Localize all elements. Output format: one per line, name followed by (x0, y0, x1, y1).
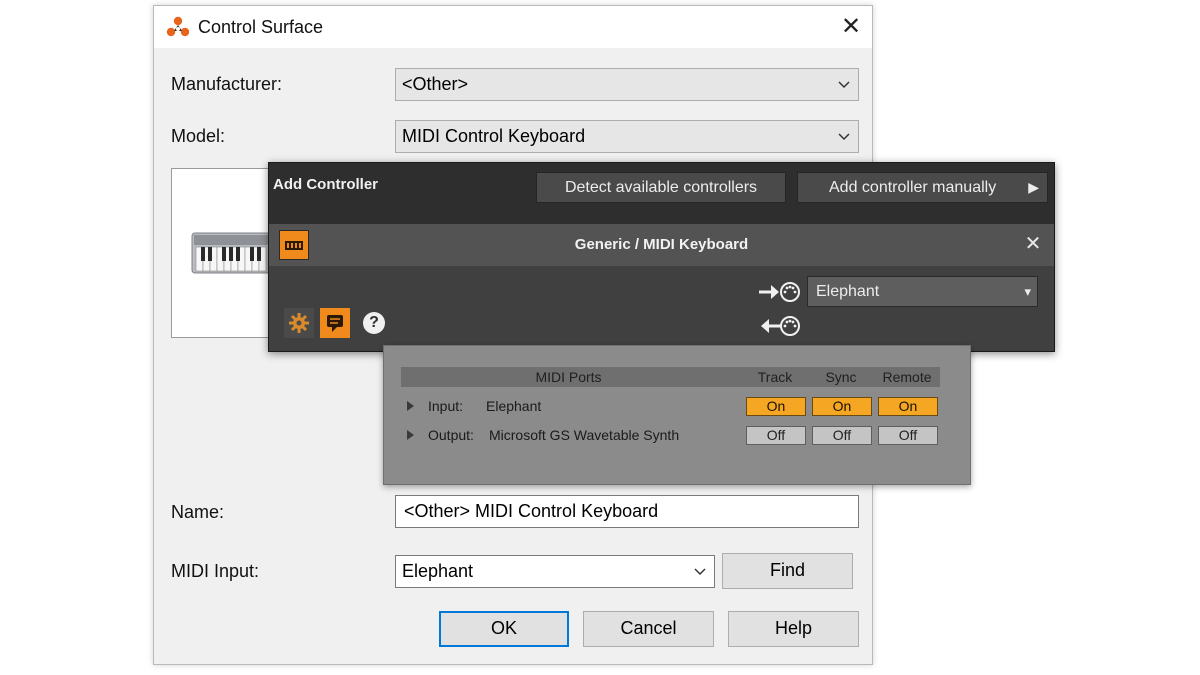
header-remote: Remote (882, 369, 932, 385)
input-track-toggle[interactable]: On (746, 397, 806, 416)
chevron-down-icon (838, 133, 850, 141)
output-direction-label: Output: (428, 427, 474, 443)
manufacturer-value: <Other> (402, 74, 469, 94)
keyboard-image (191, 232, 270, 274)
input-direction-label: Input: (428, 398, 464, 414)
title-bar: Control Surface ✕ (154, 6, 872, 48)
manufacturer-select[interactable]: <Other> (395, 68, 859, 101)
help-icon[interactable]: ? (363, 312, 385, 334)
midi-ports-panel: MIDI Ports Track Sync Remote Input: Elep… (383, 345, 971, 485)
add-controller-manually-button[interactable]: Add controller manually ▶ (797, 172, 1048, 203)
controller-image-frame (171, 168, 271, 338)
input-sync-toggle[interactable]: On (812, 397, 872, 416)
manufacturer-label: Manufacturer: (171, 74, 283, 94)
midi-input-port-select[interactable]: Elephant ▾ (807, 276, 1038, 307)
controller-name: Generic / MIDI Keyboard (574, 236, 749, 253)
settings-button[interactable] (284, 308, 314, 338)
midi-input-value: Elephant (402, 561, 474, 581)
model-label: Model: (171, 126, 226, 146)
chevron-down-icon (694, 568, 706, 576)
midi-in-icon (759, 282, 800, 302)
cancel-button[interactable]: Cancel (583, 611, 714, 647)
play-arrow-icon: ▶ (1028, 179, 1039, 195)
ok-button[interactable]: OK (439, 611, 569, 647)
gear-icon (289, 313, 309, 333)
detect-controllers-button[interactable]: Detect available controllers (536, 172, 786, 203)
midi-input-label: MIDI Input: (171, 561, 260, 581)
model-select[interactable]: MIDI Control Keyboard (395, 120, 859, 153)
input-remote-toggle[interactable]: On (878, 397, 938, 416)
dropdown-arrow-icon: ▾ (1024, 284, 1031, 299)
help-button[interactable]: Help (728, 611, 859, 647)
controller-settings: Elephant ▾ ? (269, 266, 1054, 351)
close-icon[interactable]: ✕ (1019, 230, 1047, 258)
input-device-name: Elephant (486, 398, 542, 414)
header-midi-ports: MIDI Ports (535, 369, 602, 385)
close-icon[interactable]: ✕ (834, 10, 868, 44)
reason-logo-icon (166, 16, 190, 37)
chat-icon (327, 315, 343, 332)
output-track-toggle[interactable]: Off (746, 426, 806, 445)
dialog-title: Control Surface (198, 17, 324, 37)
find-button[interactable]: Find (722, 553, 853, 589)
model-value: MIDI Control Keyboard (402, 126, 586, 146)
name-field[interactable]: <Other> MIDI Control Keyboard (395, 495, 859, 528)
header-sync: Sync (825, 369, 857, 385)
chevron-down-icon (838, 81, 850, 89)
header-track: Track (757, 369, 793, 385)
add-controller-panel: Add Controller Detect available controll… (268, 162, 1055, 352)
controller-header: Generic / MIDI Keyboard ✕ (269, 224, 1054, 266)
expand-triangle-icon[interactable] (407, 401, 414, 411)
midi-ports-header: MIDI Ports Track Sync Remote (401, 367, 940, 387)
name-label: Name: (171, 502, 225, 522)
output-remote-toggle[interactable]: Off (878, 426, 938, 445)
port-value: Elephant (816, 283, 880, 300)
midi-input-select[interactable]: Elephant (395, 555, 715, 588)
add-controller-title: Add Controller (273, 176, 378, 193)
midi-out-icon (761, 316, 800, 336)
comment-button[interactable] (320, 308, 350, 338)
add-manually-label: Add controller manually (829, 179, 997, 196)
output-sync-toggle[interactable]: Off (812, 426, 872, 445)
expand-triangle-icon[interactable] (407, 430, 414, 440)
output-device-name: Microsoft GS Wavetable Synth (489, 427, 680, 443)
